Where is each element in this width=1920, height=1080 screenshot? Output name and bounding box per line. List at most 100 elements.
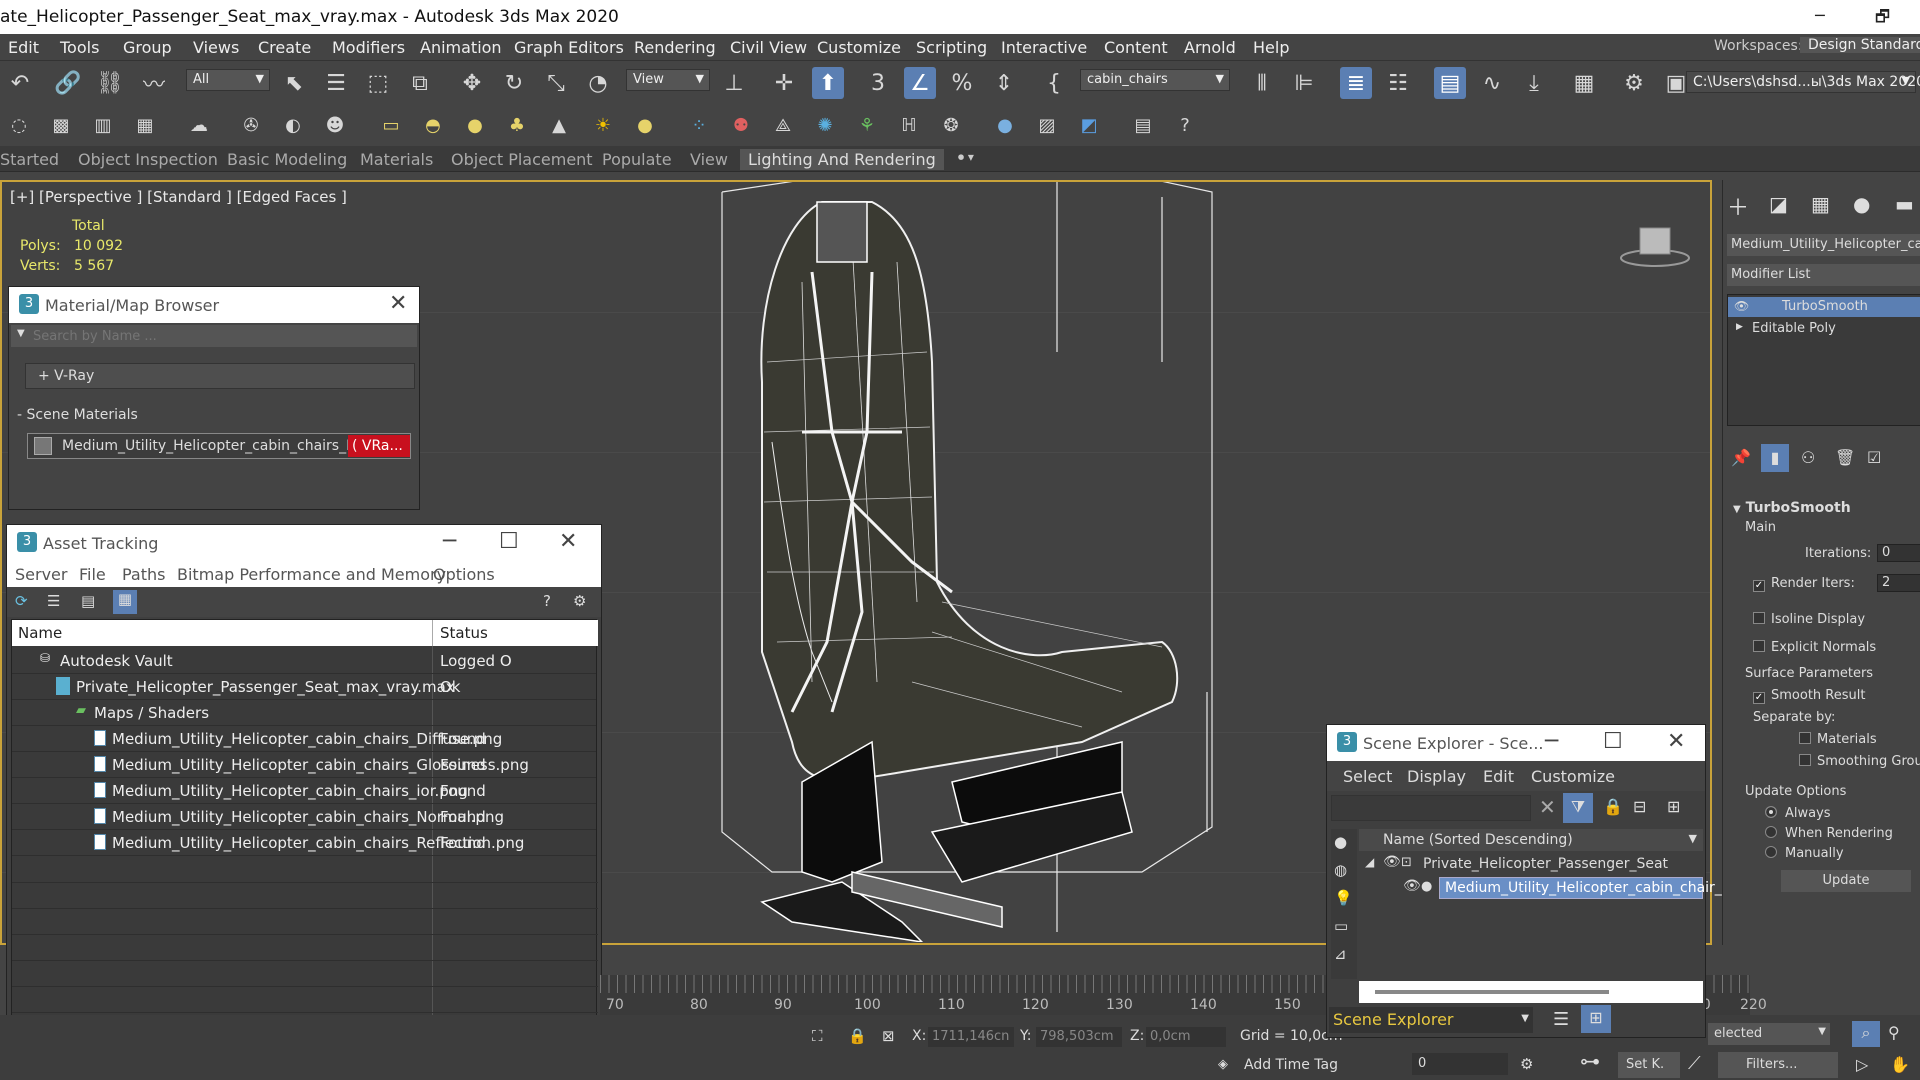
refresh-icon[interactable]: ⟳ [15, 592, 28, 610]
create-tab-icon[interactable]: ＋ [1727, 190, 1749, 222]
scale-icon[interactable]: ⤡ [540, 67, 572, 99]
menu-arnold[interactable]: Arnold [1184, 38, 1236, 57]
clipper-icon[interactable]: ⟁ [770, 112, 796, 138]
viewcube[interactable] [1620, 220, 1690, 270]
time-tag-icon[interactable]: ◈ [1218, 1057, 1228, 1072]
column-status[interactable]: Status [440, 624, 488, 642]
show-end-result-icon[interactable]: ▮ [1761, 444, 1789, 472]
hair-icon[interactable]: ℍ [896, 112, 922, 138]
table-row[interactable]: Medium_Utility_Helicopter_cabin_chairs_N… [12, 804, 596, 830]
scene-materials-group[interactable]: - Scene Materials [17, 407, 138, 423]
current-frame-field[interactable]: 0 [1412, 1053, 1508, 1075]
edit-named-selection-icon[interactable]: { [1038, 67, 1070, 99]
tab-populate[interactable]: Populate [602, 150, 672, 169]
menu-select[interactable]: Select [1343, 767, 1392, 786]
undo-icon[interactable]: ↶ [4, 67, 36, 99]
scene-search-input[interactable] [1331, 795, 1531, 821]
select-object-icon[interactable]: ⬉ [278, 67, 310, 99]
list-icon[interactable]: ▥ [90, 112, 116, 138]
render-iters-spinner[interactable]: 2 [1877, 574, 1920, 592]
light-lister-icon[interactable]: ☁ [186, 112, 212, 138]
tab-materials[interactable]: Materials [360, 150, 433, 169]
fur-icon[interactable]: ⚘ [854, 112, 880, 138]
vfb-icon[interactable]: ▨ [1034, 112, 1060, 138]
explicit-normals-checkbox[interactable]: Explicit Normals [1753, 640, 1876, 655]
bind-space-warp-icon[interactable]: 〰 [138, 67, 170, 99]
decal-icon[interactable]: ❂ [938, 112, 964, 138]
table-row[interactable]: Medium_Utility_Helicopter_cabin_chairs_G… [12, 752, 596, 778]
menu-customize[interactable]: Customize [1531, 767, 1615, 786]
play-icon[interactable]: ▷ [1856, 1055, 1868, 1074]
pin-stack-icon[interactable]: 📌 [1731, 448, 1751, 467]
when-rendering-radio[interactable]: When Rendering [1765, 826, 1893, 841]
container-icon[interactable]: ◌ [6, 112, 32, 138]
image-icon[interactable]: ▩ [48, 112, 74, 138]
plane-light-icon[interactable]: ▭ [378, 112, 404, 138]
zoom-all-icon[interactable]: ⚲ [1888, 1023, 1900, 1042]
scene-list-header[interactable]: Name (Sorted Descending) ▼ [1359, 829, 1703, 851]
pivot-center-icon[interactable]: ⊥ [718, 67, 750, 99]
expand-icon[interactable]: ▶ [1736, 322, 1743, 332]
helicopter-seat-model[interactable] [702, 182, 1242, 942]
absolute-mode-icon[interactable]: ⊠ [882, 1027, 895, 1045]
menu-bitmap-performance[interactable]: Bitmap Performance and Memory [177, 565, 446, 584]
geometry-filter-icon[interactable]: ● [1334, 833, 1347, 851]
table-row[interactable]: Medium_Utility_Helicopter_cabin_chairs_D… [12, 726, 596, 752]
render-setup-icon[interactable]: ⚙ [1618, 67, 1650, 99]
menu-paths[interactable]: Paths [122, 565, 165, 584]
ies-light-icon[interactable]: ● [632, 112, 658, 138]
material-search-input[interactable] [33, 326, 413, 346]
make-unique-icon[interactable]: ⚇ [1801, 448, 1815, 467]
restore-button[interactable]: 🗗 [1875, 6, 1890, 33]
settings-icon[interactable]: ⚙ [573, 592, 586, 610]
ribbon-toggle-icon[interactable]: ▤ [1434, 67, 1466, 99]
help-icon[interactable]: ? [1172, 112, 1198, 138]
render-iters-checkbox[interactable]: ✓ Render Iters: [1753, 576, 1855, 592]
dome-light-icon[interactable]: ◓ [420, 112, 446, 138]
menu-scripting[interactable]: Scripting [916, 38, 987, 57]
minimize-icon[interactable]: ─ [443, 529, 456, 554]
modifier-list-dropdown[interactable]: Modifier List [1727, 264, 1920, 286]
help-icon[interactable]: ? [543, 592, 551, 610]
scatter-icon[interactable]: ⁘ [686, 112, 712, 138]
tab-object-inspection[interactable]: Object Inspection [78, 150, 218, 169]
menu-content[interactable]: Content [1104, 38, 1168, 57]
menu-options[interactable]: Options [433, 565, 495, 584]
select-by-name-icon[interactable]: ☰ [320, 67, 352, 99]
camera-icon[interactable]: ✇ [238, 112, 264, 138]
column-name[interactable]: Name [18, 624, 62, 642]
filter-icon[interactable]: ⧩ [1563, 793, 1593, 823]
add-time-tag[interactable]: Add Time Tag [1244, 1057, 1338, 1073]
menu-group[interactable]: Group [123, 38, 172, 57]
menu-rendering[interactable]: Rendering [634, 38, 716, 57]
tab-lighting-and-rendering[interactable]: Lighting And Rendering [740, 149, 944, 170]
maximize-icon[interactable]: ☐ [499, 529, 519, 554]
robot-icon[interactable]: ☻ [322, 112, 348, 138]
configure-sets-icon[interactable]: ☑ [1867, 448, 1881, 467]
menu-display[interactable]: Display [1407, 767, 1466, 786]
modify-tab-icon[interactable]: ◪ [1769, 192, 1788, 216]
menu-animation[interactable]: Animation [420, 38, 502, 57]
material-row[interactable]: Medium_Utility_Helicopter_cabin_chairs_M… [27, 433, 411, 459]
table-row[interactable]: ▰ Maps / Shaders [12, 700, 596, 726]
list-view-icon[interactable]: ☰ [47, 592, 60, 610]
zoom-icon[interactable]: ⌕ [1852, 1021, 1880, 1047]
light-filter-icon[interactable]: 💡 [1334, 889, 1353, 907]
schematic-view-icon[interactable]: ⤓ [1518, 67, 1550, 99]
lock-selection-icon[interactable]: 🔒 [848, 1027, 867, 1045]
project-path-dropdown[interactable]: C:\Users\dshsd...ы\3ds Max 2020 ▼ [1686, 71, 1920, 93]
materials-checkbox[interactable]: Materials [1799, 732, 1877, 747]
render-icon[interactable]: ◩ [1076, 112, 1102, 138]
clear-search-icon[interactable]: ✕ [1539, 795, 1556, 819]
key-filter-icon[interactable]: ⚙ [1520, 1055, 1533, 1073]
horizontal-scrollbar[interactable] [1359, 981, 1703, 1003]
eye-icon[interactable]: 👁 [1403, 878, 1421, 894]
stack-item-editable-poly[interactable]: ▶ Editable Poly [1728, 319, 1920, 339]
sphere-half-icon[interactable]: ◐ [280, 112, 306, 138]
reference-coordinate-dropdown[interactable]: View ▼ [626, 69, 710, 91]
layer-explorer-icon[interactable]: ☷ [1382, 67, 1414, 99]
align-icon[interactable]: ⊫ [1288, 67, 1320, 99]
mesh-light-icon[interactable]: ♣ [504, 112, 530, 138]
iterations-spinner[interactable]: 0 [1877, 544, 1920, 562]
select-manipulate-icon[interactable]: ✛ [768, 67, 800, 99]
